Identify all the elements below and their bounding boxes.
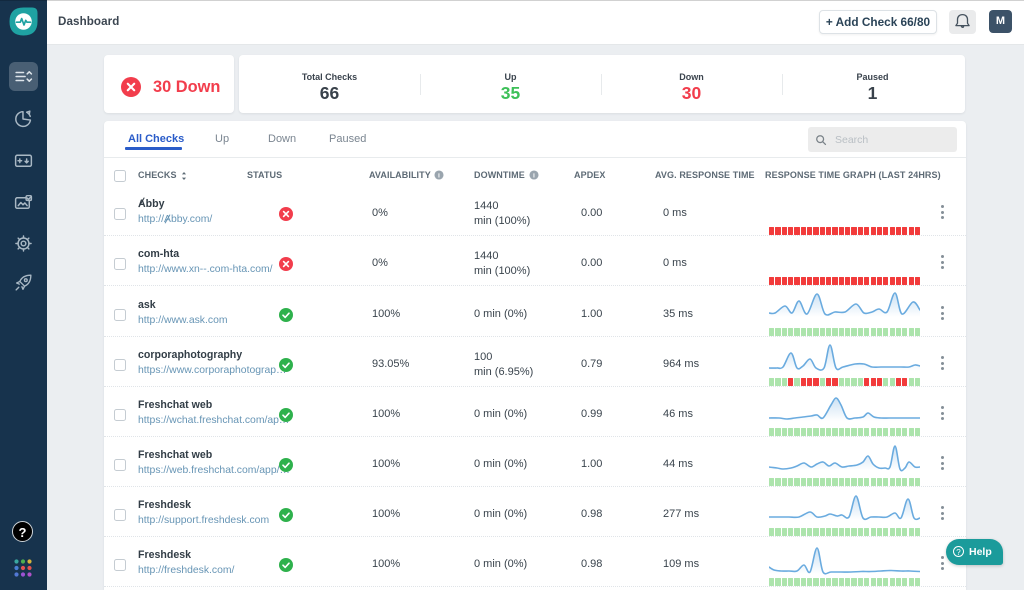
svg-text:i: i — [438, 172, 440, 179]
svg-text:i: i — [533, 172, 535, 179]
